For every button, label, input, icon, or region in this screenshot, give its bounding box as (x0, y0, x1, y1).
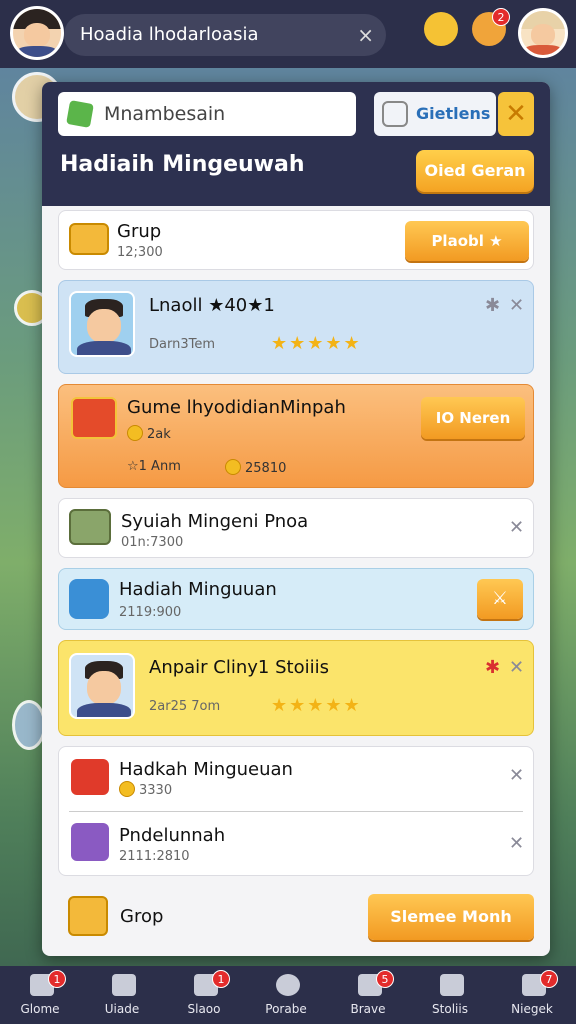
row-subtitle: 01n:7300 (121, 535, 184, 550)
close-icon[interactable]: ✕ (509, 517, 524, 538)
nav-label: Brave (350, 1002, 386, 1016)
row-action-button[interactable]: IO Neren (421, 397, 525, 439)
row-title: Lnaoll ★40★1 (149, 295, 275, 316)
row-subtitle: 2ar25 7om (149, 699, 221, 714)
nav-label: Uiade (104, 1002, 140, 1016)
friend-avatar[interactable] (518, 8, 568, 58)
list-footer: Grop Slemee Monh (58, 888, 534, 948)
row-title: Grop (120, 906, 164, 927)
close-icon[interactable]: ✕ (509, 765, 524, 786)
row-title: Gume lhyodidianMinpah (127, 397, 346, 418)
nav-label: Glome (20, 1002, 60, 1016)
row-subtitle: Darn3Tem (149, 337, 215, 352)
nav-item-box[interactable]: 5 Brave (332, 966, 404, 1024)
row-subtitle: 2ak (127, 425, 171, 442)
chest-icon (71, 823, 109, 861)
nav-item-trade[interactable]: Uiade (86, 966, 158, 1024)
clear-search-icon[interactable]: × (357, 14, 374, 56)
emoji-icon[interactable] (424, 12, 458, 46)
notification-icon[interactable]: 2 (472, 8, 510, 46)
list-item[interactable]: Anpair Cliny1 Stoiiis 2ar25 7om ★★★★★ ✱ … (58, 640, 534, 736)
rewards-panel: Mnambesain Gietlens ✕ Hadiaih Mingeuwah … (42, 82, 550, 956)
list-group: Hadkah Mingueuan 3330 ✕ Pndelunnah 2111:… (58, 746, 534, 876)
top-search-text: Hoadia lhodarloasia (80, 24, 259, 45)
row-subtitle: 3330 (119, 781, 172, 798)
row-meta-a: ☆1 Anm (127, 459, 181, 474)
nav-item-status[interactable]: Stoliis (414, 966, 486, 1024)
filter-button[interactable]: Gietlens (374, 92, 496, 136)
nav-badge: 7 (540, 970, 558, 988)
panel-search-label: Mnambesain (104, 103, 226, 125)
row-subtitle: 2119:900 (119, 605, 182, 620)
row-meta-b: 25810 (225, 459, 286, 476)
filter-button-label: Gietlens (416, 104, 491, 123)
close-icon[interactable]: ✕ (509, 657, 524, 678)
star-icon[interactable]: ✱ (485, 295, 500, 316)
row-subtitle: 12;300 (117, 245, 163, 260)
nav-label: Porabe (265, 1002, 307, 1016)
row-title: Anpair Cliny1 Stoiiis (149, 657, 329, 678)
close-icon[interactable]: ✕ (509, 833, 524, 854)
list-item[interactable]: Grup 12;300 Plaobl ★ (58, 210, 534, 270)
chest-icon (69, 223, 109, 255)
coin-icon (225, 459, 241, 475)
player-avatar[interactable] (10, 6, 64, 60)
compass-icon (276, 974, 300, 996)
nav-item-social[interactable]: 1 Slaoo (168, 966, 240, 1024)
side-decoration (12, 700, 46, 750)
top-bar: Hoadia lhodarloasia × 2 (0, 0, 576, 68)
close-icon[interactable]: ✕ (509, 295, 524, 316)
nav-item-explore[interactable]: Porabe (250, 966, 322, 1024)
row-title: Grup (117, 221, 162, 242)
gift-icon (71, 397, 117, 439)
nav-label: Niegek (511, 1002, 553, 1016)
row-title: Hadkah Mingueuan (119, 759, 293, 780)
row-title: Hadiah Minguuan (119, 579, 277, 600)
panel-close-button[interactable]: ✕ (498, 92, 534, 136)
coin-icon (127, 425, 143, 441)
avatar (69, 291, 135, 357)
nav-badge: 5 (376, 970, 394, 988)
box-icon (71, 759, 109, 795)
divider (69, 811, 523, 812)
store-icon (112, 974, 136, 996)
primary-action-button[interactable]: Slemee Monh (368, 894, 534, 940)
app-icon (69, 579, 109, 619)
list-item[interactable]: Lnaoll ★40★1 Darn3Tem ★★★★★ ✱ ✕ (58, 280, 534, 374)
avatar (69, 653, 135, 719)
top-search-field[interactable]: Hoadia lhodarloasia × (64, 14, 386, 56)
nav-label: Slaoo (187, 1002, 221, 1016)
scroll-icon (69, 509, 111, 545)
nav-item-home[interactable]: 1 Glome (4, 966, 76, 1024)
panel-title: Hadiaih Mingeuwah (60, 152, 305, 177)
nav-badge: 1 (212, 970, 230, 988)
nav-badge: 1 (48, 970, 66, 988)
bottom-nav: 1 Glome Uiade 1 Slaoo Porabe 5 Brave Sto… (0, 966, 576, 1024)
castle-icon (440, 974, 464, 996)
filter-icon (382, 101, 408, 127)
row-subtitle: 2111:2810 (119, 849, 190, 864)
rating-stars: ★★★★★ (271, 695, 362, 716)
list-item[interactable]: Syuiah Mingeni Pnoa 01n:7300 ✕ (58, 498, 534, 558)
nav-item-news[interactable]: 7 Niegek (496, 966, 568, 1024)
list-item[interactable]: Hadiah Minguuan 2119:900 ⚔ (58, 568, 534, 630)
coin-icon (119, 781, 135, 797)
gem-icon (66, 100, 94, 128)
row-title: Syuiah Mingeni Pnoa (121, 511, 309, 532)
list-item[interactable]: Gume lhyodidianMinpah 2ak ☆1 Anm 25810 I… (58, 384, 534, 488)
nav-label: Stoliis (432, 1002, 468, 1016)
chest-icon (68, 896, 108, 936)
rating-stars: ★★★★★ (271, 333, 362, 354)
panel-search-field[interactable]: Mnambesain (58, 92, 356, 136)
panel-header: Mnambesain Gietlens ✕ Hadiaih Mingeuwah … (42, 82, 550, 206)
star-icon[interactable]: ✱ (485, 657, 500, 678)
row-action-button[interactable]: Plaobl ★ (405, 221, 529, 261)
row-title: Pndelunnah (119, 825, 226, 846)
row-action-button[interactable]: ⚔ (477, 579, 523, 619)
notification-badge: 2 (492, 8, 510, 26)
header-action-button[interactable]: Oied Geran (416, 150, 534, 192)
